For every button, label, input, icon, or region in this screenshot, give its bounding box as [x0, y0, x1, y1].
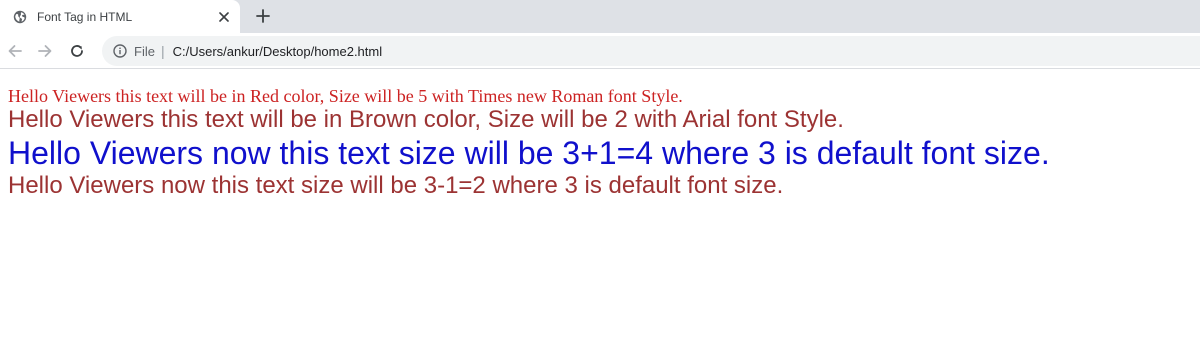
info-icon[interactable] — [112, 43, 128, 59]
globe-icon — [13, 10, 27, 24]
tab-strip: Font Tag in HTML — [0, 0, 1200, 33]
text-line-brown-arial: Hello Viewers this text will be in Brown… — [8, 106, 844, 133]
plus-icon — [256, 9, 270, 23]
close-icon[interactable] — [216, 9, 232, 25]
forward-arrow-icon — [38, 45, 52, 57]
new-tab-button[interactable] — [254, 7, 272, 25]
browser-window: Font Tag in HTML File | C:/Users/ankur/D… — [0, 0, 1200, 337]
forward-button[interactable] — [36, 42, 54, 60]
reload-icon — [71, 45, 83, 57]
address-bar[interactable]: File | C:/Users/ankur/Desktop/home2.html — [102, 36, 1200, 66]
text-line-brown-size-2: Hello Viewers now this text size will be… — [8, 172, 784, 199]
back-arrow-icon — [8, 45, 22, 57]
address-separator: | — [160, 43, 165, 59]
url-text[interactable]: C:/Users/ankur/Desktop/home2.html — [173, 44, 383, 59]
tab-title: Font Tag in HTML — [37, 9, 133, 24]
text-line-red-times: Hello Viewers this text will be in Red c… — [8, 86, 683, 106]
tab-font-tag-in-html[interactable]: Font Tag in HTML — [0, 0, 240, 33]
page-content: Hello Viewers this text will be in Red c… — [0, 69, 1200, 337]
scheme-label: File — [134, 43, 155, 59]
toolbar: File | C:/Users/ankur/Desktop/home2.html — [0, 33, 1200, 69]
text-line-blue-size-4: Hello Viewers now this text size will be… — [8, 135, 1050, 171]
back-button[interactable] — [6, 42, 24, 60]
reload-button[interactable] — [68, 42, 86, 60]
